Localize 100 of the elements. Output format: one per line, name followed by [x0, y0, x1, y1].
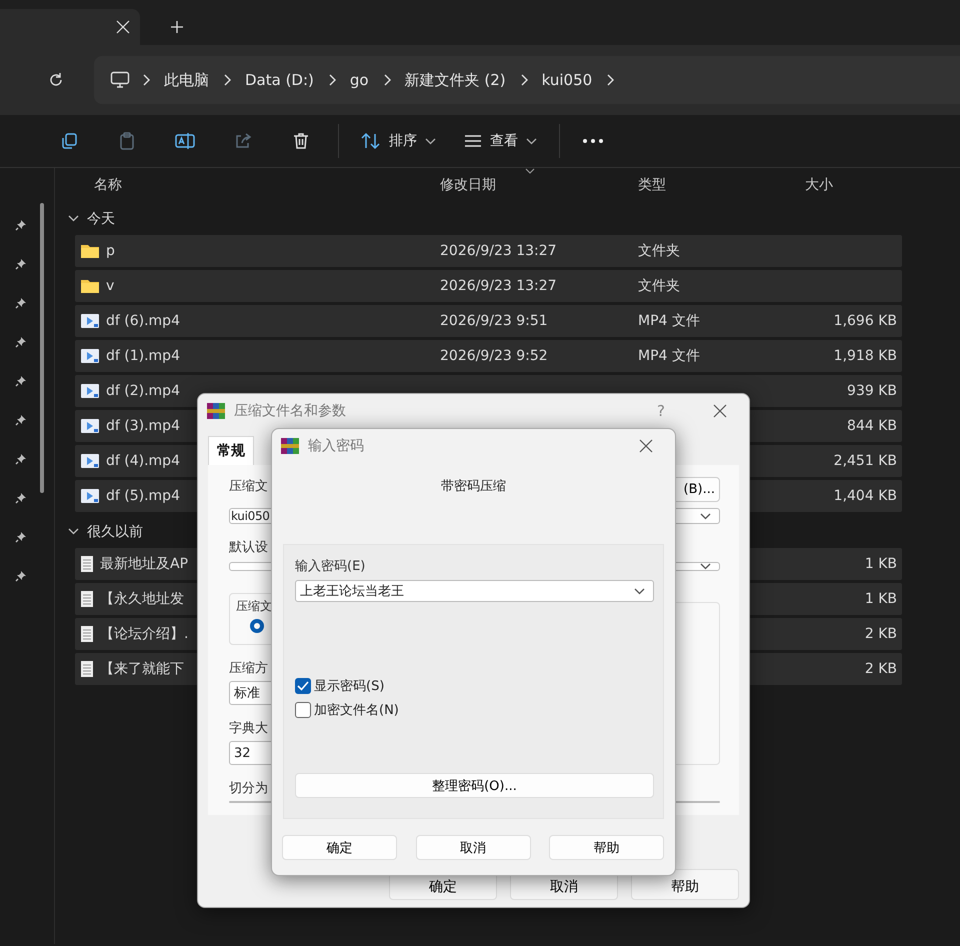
- dialog-button[interactable]: 取消: [416, 835, 530, 860]
- file-type: 文件夹: [638, 277, 681, 295]
- video-file-icon: [80, 488, 100, 504]
- chevron-down-icon: [634, 588, 645, 594]
- breadcrumb[interactable]: 新建文件夹 (2): [402, 70, 508, 90]
- pin-icon[interactable]: [15, 297, 27, 309]
- file-type: MP4 文件: [638, 347, 701, 365]
- copy-icon: [60, 132, 78, 150]
- file-row[interactable]: df (6).mp4 2026/9/23 9:51 MP4 文件 1,696 KB: [75, 305, 902, 337]
- radio-button[interactable]: [250, 619, 264, 633]
- file-size: 1 KB: [864, 556, 897, 572]
- file-size: 2,451 KB: [832, 453, 897, 469]
- file-name: df (1).mp4: [106, 348, 180, 364]
- file-name: 最新地址及AP: [100, 555, 188, 573]
- file-size: 844 KB: [846, 418, 897, 434]
- scrollbar[interactable]: [40, 203, 44, 493]
- sort-button[interactable]: 排序: [347, 123, 450, 159]
- close-icon[interactable]: [639, 439, 653, 453]
- video-file-icon: [80, 313, 100, 329]
- column-header[interactable]: 修改日期: [440, 176, 496, 194]
- view-button[interactable]: 查看: [450, 123, 551, 159]
- caret-icon: [525, 168, 535, 174]
- file-type: MP4 文件: [638, 312, 701, 330]
- file-type: 文件夹: [638, 242, 681, 260]
- breadcrumb[interactable]: 此电脑: [162, 70, 211, 90]
- breadcrumb[interactable]: kui050: [540, 71, 594, 89]
- text-file-icon: [80, 590, 94, 608]
- file-size: 1,918 KB: [832, 348, 897, 364]
- file-name: df (3).mp4: [106, 418, 180, 434]
- chevron-right-icon: [328, 74, 336, 86]
- chevron-right-icon: [142, 74, 150, 86]
- monitor-icon: [110, 71, 130, 89]
- column-header[interactable]: 大小: [805, 176, 833, 194]
- window-title: 输入密码: [308, 437, 365, 455]
- video-file-icon: [80, 383, 100, 399]
- dialog-tab[interactable]: 常规: [208, 436, 254, 465]
- file-size: 2 KB: [864, 661, 897, 677]
- dialog-button[interactable]: 帮助: [549, 835, 664, 860]
- group-label: 今天: [87, 210, 115, 228]
- file-size: 1,404 KB: [832, 488, 897, 504]
- address-bar[interactable]: 此电脑 Data (D:) go 新建文件夹 (2) kui050: [94, 56, 960, 104]
- breadcrumb[interactable]: go: [348, 71, 371, 89]
- pin-icon[interactable]: [15, 492, 27, 504]
- group-label: 压缩文: [236, 598, 273, 615]
- file-name: 【来了就能下: [100, 660, 184, 678]
- file-row[interactable]: v 2026/9/23 13:27 文件夹: [75, 270, 902, 302]
- file-row[interactable]: p 2026/9/23 13:27 文件夹: [75, 235, 902, 267]
- file-name: v: [106, 278, 114, 294]
- new-tab-icon[interactable]: [170, 20, 184, 34]
- modified-date: 2026/9/23 9:52: [440, 348, 549, 364]
- chevron-down-icon[interactable]: [68, 526, 79, 537]
- folder-icon: [80, 278, 100, 294]
- pin-icon[interactable]: [15, 570, 27, 582]
- sort-arrows-icon: [361, 132, 381, 150]
- stacked-books-icon: [206, 402, 226, 420]
- field-label: 字典大: [229, 720, 268, 737]
- more-icon[interactable]: [582, 138, 604, 144]
- dialog-button[interactable]: 确定: [282, 835, 397, 860]
- pin-icon[interactable]: [15, 375, 27, 387]
- file-size: 939 KB: [846, 383, 897, 399]
- pin-icon[interactable]: [15, 258, 27, 270]
- chevron-right-icon: [520, 74, 528, 86]
- password-combo[interactable]: 上老王论坛当老王: [295, 580, 654, 602]
- checkbox[interactable]: [295, 702, 311, 718]
- pin-icon[interactable]: [15, 414, 27, 426]
- file-row[interactable]: df (1).mp4 2026/9/23 9:52 MP4 文件 1,918 KB: [75, 340, 902, 372]
- pin-icon[interactable]: [15, 219, 27, 231]
- chevron-right-icon: [223, 74, 231, 86]
- column-header[interactable]: 类型: [638, 176, 666, 194]
- breadcrumb[interactable]: Data (D:): [243, 71, 316, 89]
- modified-date: 2026/9/23 9:51: [440, 313, 549, 329]
- checkbox[interactable]: [295, 678, 311, 694]
- file-size: 2 KB: [864, 626, 897, 642]
- dialog-heading: 带密码压缩: [440, 478, 507, 496]
- group-label: 很久以前: [87, 522, 143, 540]
- share-icon: [234, 132, 252, 150]
- refresh-icon[interactable]: [48, 72, 64, 88]
- pin-icon[interactable]: [15, 336, 27, 348]
- lines-icon: [464, 134, 482, 148]
- stacked-books-icon: [280, 437, 300, 455]
- dialog-button[interactable]: 帮助: [631, 869, 739, 900]
- pin-icon[interactable]: [15, 531, 27, 543]
- chevron-down-icon[interactable]: [68, 213, 79, 224]
- text-file-icon: [80, 555, 94, 573]
- text-file-icon: [80, 660, 94, 678]
- folder-icon: [80, 243, 100, 259]
- clipboard-icon: [118, 132, 136, 150]
- field-label: 压缩方: [229, 660, 268, 677]
- organize-button[interactable]: 整理密码(O)...: [295, 773, 654, 798]
- chevron-down-icon: [425, 138, 436, 144]
- file-name: df (6).mp4: [106, 313, 180, 329]
- chevron-down-icon: [526, 138, 537, 144]
- column-header[interactable]: 名称: [94, 176, 122, 194]
- file-name: df (4).mp4: [106, 453, 180, 469]
- file-name: df (5).mp4: [106, 488, 180, 504]
- pin-icon[interactable]: [15, 453, 27, 465]
- field-label: 压缩文: [229, 478, 268, 495]
- video-file-icon: [80, 348, 100, 364]
- chevron-down-icon: [700, 512, 711, 520]
- close-icon[interactable]: [713, 404, 727, 418]
